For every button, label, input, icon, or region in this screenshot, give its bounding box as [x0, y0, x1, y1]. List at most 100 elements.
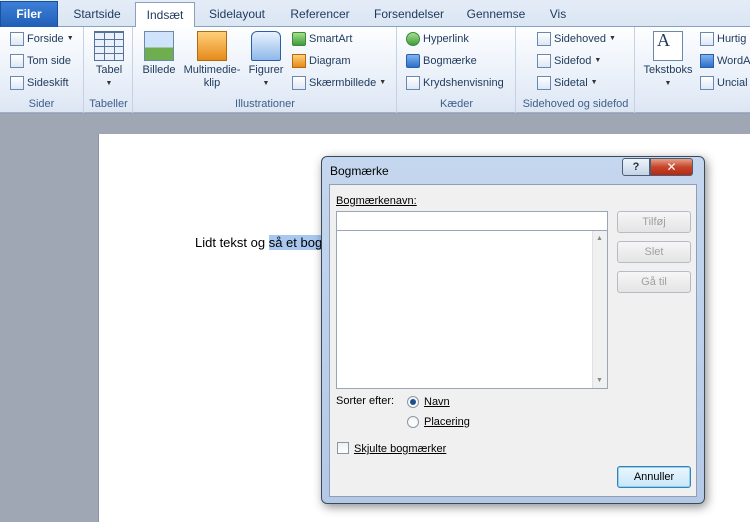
page-break-button[interactable]: Sideskift — [10, 73, 69, 93]
wordart-icon — [700, 54, 714, 68]
chevron-down-icon: ▼ — [105, 80, 113, 87]
blank-page-button[interactable]: Tom side — [10, 51, 71, 71]
cover-page-label: Forside — [27, 33, 64, 45]
bookmark-label: Bogmærke — [423, 55, 477, 67]
sort-by-location-radio[interactable] — [407, 416, 419, 428]
globe-icon — [406, 32, 420, 46]
document-text-plain: Lidt tekst og — [195, 235, 269, 250]
screenshot-icon — [292, 76, 306, 90]
footer-button[interactable]: Sidefod ▼ — [537, 51, 601, 71]
chart-button[interactable]: Diagram — [292, 51, 351, 71]
cross-reference-button[interactable]: Krydshenvisning — [406, 73, 504, 93]
add-button[interactable]: Tilføj — [617, 211, 691, 233]
bookmark-icon — [406, 54, 420, 68]
chevron-down-icon: ▼ — [664, 80, 672, 87]
clip-art-icon — [197, 31, 227, 61]
group-tables: Tabel ▼ Tabeller — [85, 27, 133, 113]
smartart-label: SmartArt — [309, 33, 353, 45]
group-links: Hyperlink Bogmærke Krydshenvisning Kæder — [398, 27, 516, 113]
screenshot-button[interactable]: Skærmbillede ▼ — [292, 73, 386, 93]
cancel-button[interactable]: Annuller — [617, 466, 691, 488]
table-button[interactable]: Tabel ▼ — [91, 31, 127, 90]
clip-art-label-1: Multimedie- — [183, 64, 241, 76]
bookmark-list[interactable]: ▲ ▼ — [336, 231, 608, 389]
screenshot-label: Skærmbillede — [309, 77, 377, 89]
tab-page-layout[interactable]: Sidelayout — [198, 2, 276, 27]
tab-home[interactable]: Startside — [62, 2, 132, 27]
text-box-button[interactable]: Tekstboks ▼ — [640, 31, 696, 90]
scroll-up-icon[interactable]: ▲ — [596, 235, 603, 242]
smartart-button[interactable]: SmartArt — [292, 29, 352, 49]
chevron-down-icon: ▼ — [66, 35, 74, 42]
bookmark-dialog: Bogmærke ? ✕ Bogmærkenavn: ▲ ▼ Tilføj Sl… — [321, 156, 705, 504]
group-label-links: Kæder — [439, 98, 474, 110]
dialog-title: Bogmærke — [330, 164, 389, 178]
picture-icon — [144, 31, 174, 61]
shapes-icon — [251, 31, 281, 61]
tab-mailings[interactable]: Forsendelser — [364, 2, 454, 27]
header-label: Sidehoved — [554, 33, 606, 45]
dialog-body: Bogmærkenavn: ▲ ▼ Tilføj Slet Gå til Sor… — [329, 184, 697, 497]
wordart-button[interactable]: WordA — [700, 51, 750, 71]
sort-by-name-label[interactable]: Navn — [424, 396, 450, 408]
text-box-icon — [653, 31, 683, 61]
tab-file[interactable]: Filer — [0, 1, 58, 27]
chart-icon — [292, 54, 306, 68]
ribbon-tab-strip: Filer Startside Indsæt Sidelayout Refere… — [0, 0, 750, 28]
group-illustrations: Billede Multimedie- klip Figurer ▼ Smart… — [134, 27, 397, 113]
tab-view[interactable]: Vis — [538, 2, 578, 27]
list-scrollbar[interactable]: ▲ ▼ — [592, 231, 607, 388]
delete-button[interactable]: Slet — [617, 241, 691, 263]
scroll-down-icon[interactable]: ▼ — [596, 377, 603, 384]
group-pages: Forside ▼ Tom side Sideskift Sider — [0, 27, 84, 113]
clip-art-button[interactable]: Multimedie- klip — [182, 31, 242, 90]
page-break-icon — [10, 76, 24, 90]
hyperlink-label: Hyperlink — [423, 33, 469, 45]
goto-button[interactable]: Gå til — [617, 271, 691, 293]
picture-button[interactable]: Billede — [140, 31, 178, 77]
blank-page-icon — [10, 54, 24, 68]
footer-icon — [537, 54, 551, 68]
bookmark-name-input[interactable] — [336, 211, 608, 231]
sort-by-name-radio[interactable] — [407, 396, 419, 408]
shapes-label: Figurer — [248, 64, 284, 76]
group-label-header-footer: Sidehoved og sidefod — [522, 98, 629, 110]
group-header-footer: Sidehoved ▼ Sidefod ▼ Sidetal ▼ Sidehoved o… — [517, 27, 635, 113]
tab-references[interactable]: Referencer — [280, 2, 360, 27]
ribbon: Forside ▼ Tom side Sideskift Sider Tabel … — [0, 27, 750, 113]
wordart-label: WordA — [717, 55, 750, 67]
help-button[interactable]: ? — [622, 158, 650, 176]
table-label: Tabel — [95, 64, 123, 76]
drop-cap-icon — [700, 76, 714, 90]
sort-by-location-label[interactable]: Placering — [424, 416, 470, 428]
page-number-button[interactable]: Sidetal ▼ — [537, 73, 598, 93]
bookmark-button[interactable]: Bogmærke — [406, 51, 477, 71]
chevron-down-icon: ▼ — [609, 35, 616, 42]
clip-art-label-2: klip — [203, 77, 221, 89]
tab-review[interactable]: Gennemse — [458, 2, 534, 27]
smartart-icon — [292, 32, 306, 46]
cover-page-button[interactable]: Forside ▼ — [10, 29, 74, 49]
hidden-bookmarks-checkbox[interactable] — [337, 442, 349, 454]
chevron-down-icon: ▼ — [590, 79, 598, 86]
hyperlink-button[interactable]: Hyperlink — [406, 29, 469, 49]
tab-insert[interactable]: Indsæt — [135, 2, 195, 28]
page-number-icon — [537, 76, 551, 90]
document-text[interactable]: Lidt tekst og så et bog — [195, 235, 323, 250]
shapes-button[interactable]: Figurer ▼ — [246, 31, 286, 90]
page-number-label: Sidetal — [554, 77, 588, 89]
footer-label: Sidefod — [554, 55, 592, 67]
quick-parts-button[interactable]: Hurtig — [700, 29, 746, 49]
chart-label: Diagram — [309, 55, 351, 67]
page-break-label: Sideskift — [27, 77, 69, 89]
drop-cap-button[interactable]: Uncial — [700, 73, 748, 93]
hidden-bookmarks-label[interactable]: Skjulte bogmærker — [354, 443, 446, 455]
sort-label: Sorter efter: — [336, 395, 395, 407]
chevron-down-icon: ▼ — [379, 79, 387, 86]
picture-label: Billede — [142, 64, 176, 76]
group-text: Tekstboks ▼ Hurtig WordA Uncial — [636, 27, 750, 113]
quick-parts-icon — [700, 32, 714, 46]
bookmark-name-label: Bogmærkenavn: — [336, 195, 417, 207]
close-button[interactable]: ✕ — [650, 158, 693, 176]
header-button[interactable]: Sidehoved ▼ — [537, 29, 616, 49]
